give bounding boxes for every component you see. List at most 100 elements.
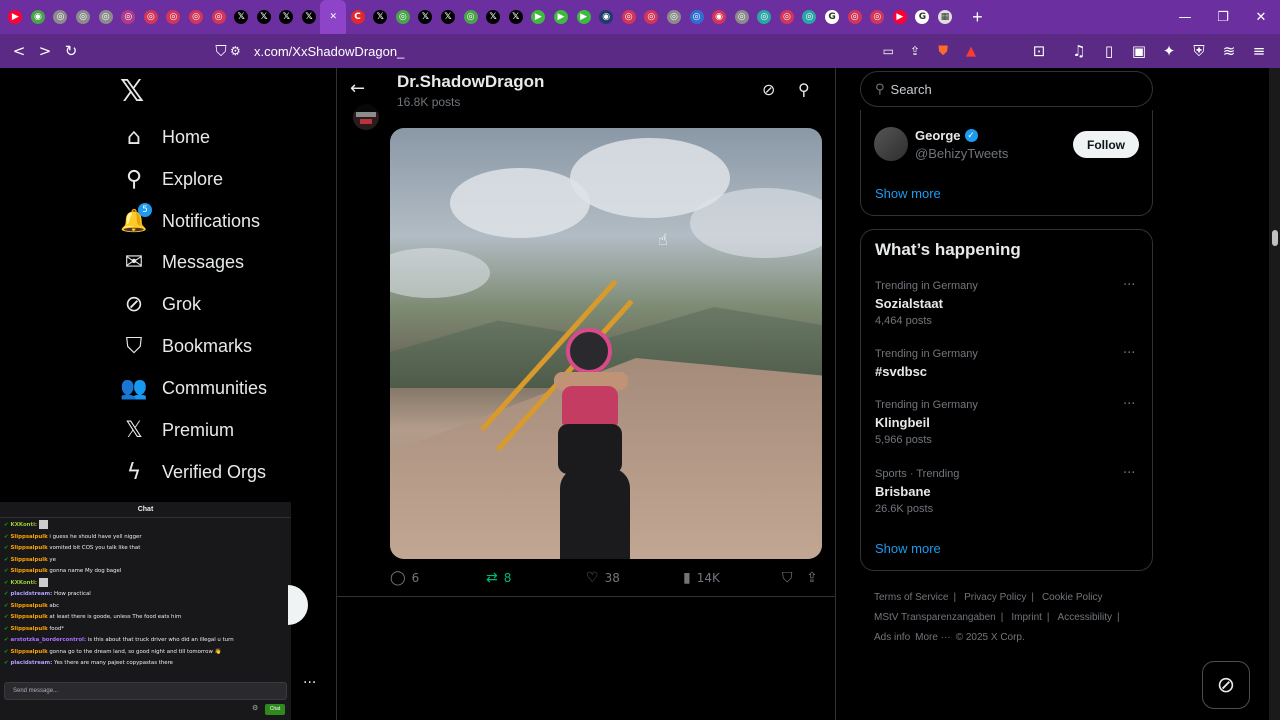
chat-username[interactable]: Slippsalpulk [11, 649, 48, 655]
menu-icon[interactable]: ≡ [1246, 38, 1272, 64]
avatar[interactable] [874, 127, 908, 161]
trend-more-icon[interactable]: ··· [1123, 397, 1135, 412]
browser-tab[interactable]: G [821, 0, 844, 34]
browser-tab[interactable]: ▶ [4, 0, 27, 34]
nav-item-verified-orgs[interactable]: ϟ Verified Orgs [120, 451, 266, 493]
trend-name[interactable]: Brisbane [875, 484, 931, 499]
trend-more-icon[interactable]: ··· [1123, 278, 1135, 293]
chat-username[interactable]: Slippsalpulk [11, 534, 48, 540]
trend-name[interactable]: #svdbsc [875, 364, 927, 379]
browser-tab[interactable]: ◎ [617, 0, 640, 34]
footer-link[interactable]: Cookie Policy [1042, 592, 1103, 603]
trend-more-icon[interactable]: ··· [1123, 466, 1135, 481]
chat-username[interactable]: Slippsalpulk [11, 557, 48, 563]
brave-shield-icon[interactable]: ⛊ [938, 44, 948, 59]
views-button[interactable]: ▮ 14K [683, 570, 720, 586]
post-video[interactable] [390, 128, 822, 559]
browser-tab[interactable]: ◎ [94, 0, 117, 34]
back-icon[interactable]: < [6, 38, 32, 64]
nav-item-grok[interactable]: ⊘ Grok [120, 283, 201, 325]
browser-tab[interactable]: ◎ [843, 0, 866, 34]
browser-tab[interactable]: ◎ [185, 0, 208, 34]
chat-username[interactable]: KXKonti: [11, 522, 38, 528]
footer-link[interactable]: MStV Transparenzangaben [874, 612, 996, 623]
browser-tab[interactable]: 𝕏 [275, 0, 298, 34]
chat-username[interactable]: Slippsalpulk [11, 568, 48, 574]
post-button[interactable] [288, 585, 308, 625]
browser-tab[interactable]: ◎ [117, 0, 140, 34]
repost-button[interactable]: ⇄ 8 [486, 570, 511, 586]
nav-item-notifications[interactable]: 🔔 5 Notifications [120, 200, 260, 242]
browser-tab[interactable]: ▶ [550, 0, 573, 34]
footer-link[interactable]: Imprint [1011, 612, 1042, 623]
screenshot-icon[interactable]: ⊡ [1026, 38, 1052, 64]
browser-tab[interactable]: 𝕏 [414, 0, 437, 34]
sidebar-icon[interactable]: ▯ [1096, 38, 1122, 64]
browser-tab[interactable]: ▦ [934, 0, 957, 34]
search-box[interactable]: ⚲ [860, 71, 1153, 107]
browser-tab[interactable]: ◎ [140, 0, 163, 34]
trend-more-icon[interactable]: ··· [1123, 346, 1135, 361]
footer-link[interactable]: Accessibility [1058, 612, 1112, 623]
browser-tab[interactable]: ◎ [753, 0, 776, 34]
nav-item-messages[interactable]: ✉ Messages [120, 241, 244, 283]
chat-username[interactable]: placidstream: [11, 660, 53, 666]
browser-tab[interactable]: ◎ [162, 0, 185, 34]
trend-name[interactable]: Sozialstaat [875, 296, 943, 311]
vpn-icon[interactable]: ⛨ [1186, 38, 1212, 64]
nav-item-communities[interactable]: 👥 Communities [120, 367, 267, 409]
browser-tab[interactable]: ▶ [527, 0, 550, 34]
browser-tab[interactable]: ◎ [798, 0, 821, 34]
chat-send-button[interactable]: Chat [265, 704, 285, 715]
chat-username[interactable]: Slippsalpulk [11, 626, 48, 632]
footer-link[interactable]: More ··· [915, 632, 951, 643]
browser-tab[interactable]: 𝕏 [504, 0, 527, 34]
leo-icon[interactable]: ✦ [1156, 38, 1182, 64]
browser-tab[interactable]: ◎ [72, 0, 95, 34]
browser-tab[interactable]: 𝕏 [298, 0, 321, 34]
browser-tab[interactable]: ◎ [392, 0, 415, 34]
trend-name[interactable]: Klingbeil [875, 415, 930, 430]
footer-link[interactable]: Terms of Service [874, 592, 948, 603]
share-button[interactable]: ⇪ [806, 570, 824, 586]
browser-tab[interactable]: ◎ [730, 0, 753, 34]
address-bar[interactable]: ⚙ x.com/XxShadowDragon_ ▭ ⇪ ⛊ ▲ [222, 38, 990, 64]
browser-tab[interactable]: ▶ [572, 0, 595, 34]
nav-item-home[interactable]: ⌂ Home [120, 116, 210, 158]
browser-tab[interactable]: ▶ [889, 0, 912, 34]
browser-tab[interactable]: 𝕏 [437, 0, 460, 34]
browser-tab[interactable]: ◎ [866, 0, 889, 34]
show-more-trends-link[interactable]: Show more [875, 541, 941, 556]
grok-icon[interactable]: ⊘ [762, 80, 775, 99]
more-options-icon[interactable]: ··· [303, 675, 316, 691]
reload-icon[interactable]: ↻ [58, 38, 84, 64]
page-scrollbar[interactable] [1269, 68, 1280, 720]
suggested-user-name[interactable]: George ✓ [915, 128, 978, 143]
browser-tab[interactable]: ◎ [459, 0, 482, 34]
cast-icon[interactable]: ▭ [883, 44, 894, 58]
like-button[interactable]: ♡ 38 [586, 570, 620, 586]
footer-link[interactable]: Privacy Policy [964, 592, 1026, 603]
browser-tab[interactable]: ◎ [49, 0, 72, 34]
browser-tab[interactable]: ◉ [27, 0, 50, 34]
browser-tab[interactable]: 𝕏 [369, 0, 392, 34]
browser-tab[interactable]: 𝕏 [230, 0, 253, 34]
new-tab-button[interactable]: + [962, 0, 992, 34]
chat-settings-icon[interactable]: ⚙ [252, 704, 258, 712]
scrollbar-thumb[interactable] [1272, 230, 1278, 246]
grok-fab-button[interactable]: ⊘ [1202, 661, 1250, 709]
chat-username[interactable]: Slippsalpulk [11, 545, 48, 551]
back-arrow-icon[interactable]: ← [350, 78, 365, 99]
chat-username[interactable]: KXKonti: [11, 580, 38, 586]
brave-rewards-icon[interactable]: ▲ [966, 44, 976, 59]
extension-icon[interactable]: ≋ [1216, 38, 1242, 64]
chat-username[interactable]: placidstream: [11, 591, 53, 597]
browser-tab[interactable]: ✕ [320, 0, 347, 34]
nav-item-explore[interactable]: ⚲ Explore [120, 158, 223, 200]
show-more-link[interactable]: Show more [875, 186, 941, 201]
browser-tab[interactable]: 𝕏 [482, 0, 505, 34]
footer-link[interactable]: Ads info [874, 632, 910, 643]
reply-button[interactable]: ◯ 6 [390, 570, 419, 586]
browser-tab[interactable]: C [346, 0, 369, 34]
chat-username[interactable]: Slippsalpulk [11, 603, 48, 609]
